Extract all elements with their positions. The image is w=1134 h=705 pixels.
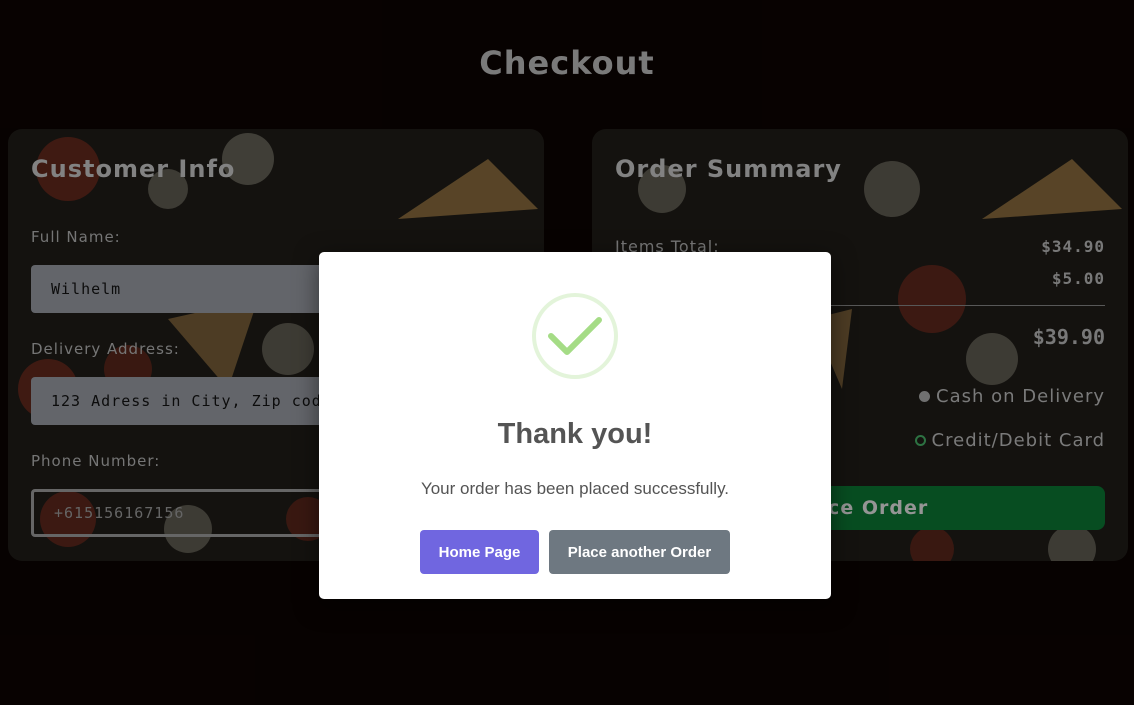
dialog-title: Thank you!: [497, 418, 653, 450]
success-dialog: Thank you! Your order has been placed su…: [319, 252, 831, 599]
dialog-message: Your order has been placed successfully.: [420, 479, 730, 498]
home-page-button[interactable]: Home Page: [420, 530, 539, 574]
place-another-order-button[interactable]: Place another Order: [549, 530, 730, 574]
success-check-icon: [532, 293, 618, 379]
dialog-actions: Home Page Place another Order: [319, 530, 831, 574]
